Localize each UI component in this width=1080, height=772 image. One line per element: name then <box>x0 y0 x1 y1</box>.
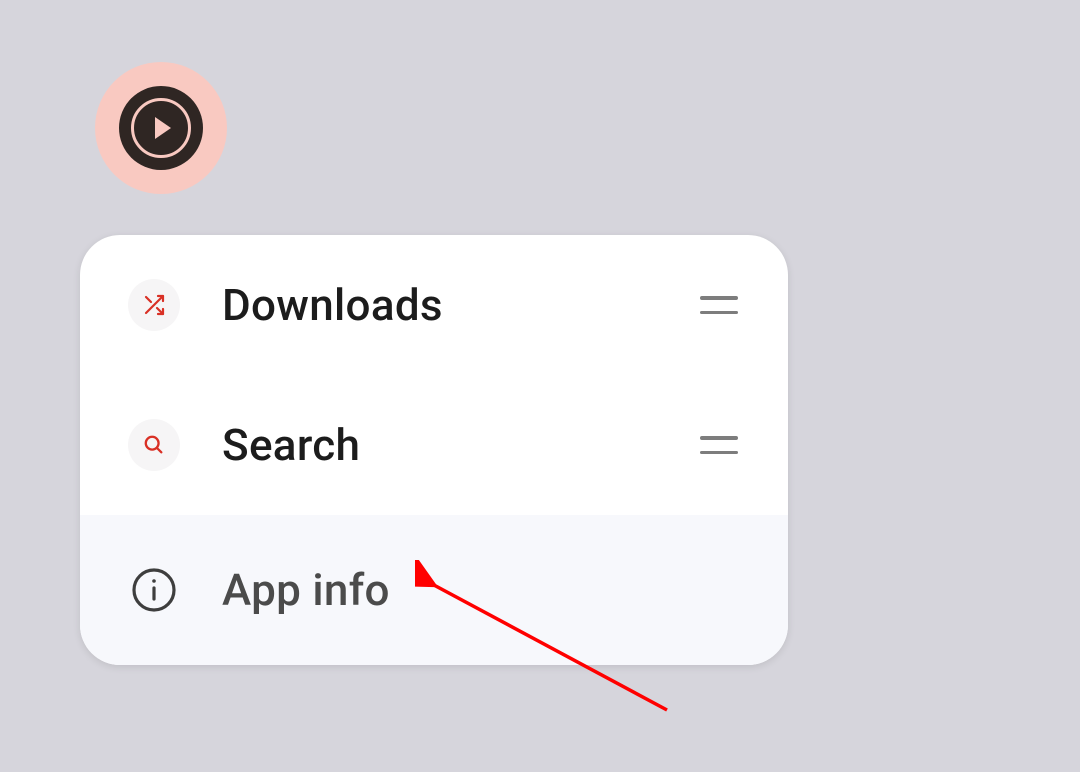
play-icon <box>155 117 171 139</box>
shortcut-item-search[interactable]: Search <box>80 375 788 515</box>
info-icon <box>128 564 180 616</box>
drag-handle-icon[interactable] <box>700 436 738 454</box>
shortcut-label: App info <box>222 564 738 616</box>
shortcut-label: Search <box>222 419 700 471</box>
app-icon-inner <box>119 86 203 170</box>
shortcut-label: Downloads <box>222 279 700 331</box>
play-ring-icon <box>131 98 191 158</box>
shortcut-item-downloads[interactable]: Downloads <box>80 235 788 375</box>
app-icon[interactable] <box>95 62 227 194</box>
drag-handle-icon[interactable] <box>700 296 738 314</box>
shuffle-icon <box>128 279 180 331</box>
shortcut-item-app-info[interactable]: App info <box>80 515 788 665</box>
search-icon <box>128 419 180 471</box>
app-shortcut-popup: Downloads Search App info <box>80 235 788 665</box>
